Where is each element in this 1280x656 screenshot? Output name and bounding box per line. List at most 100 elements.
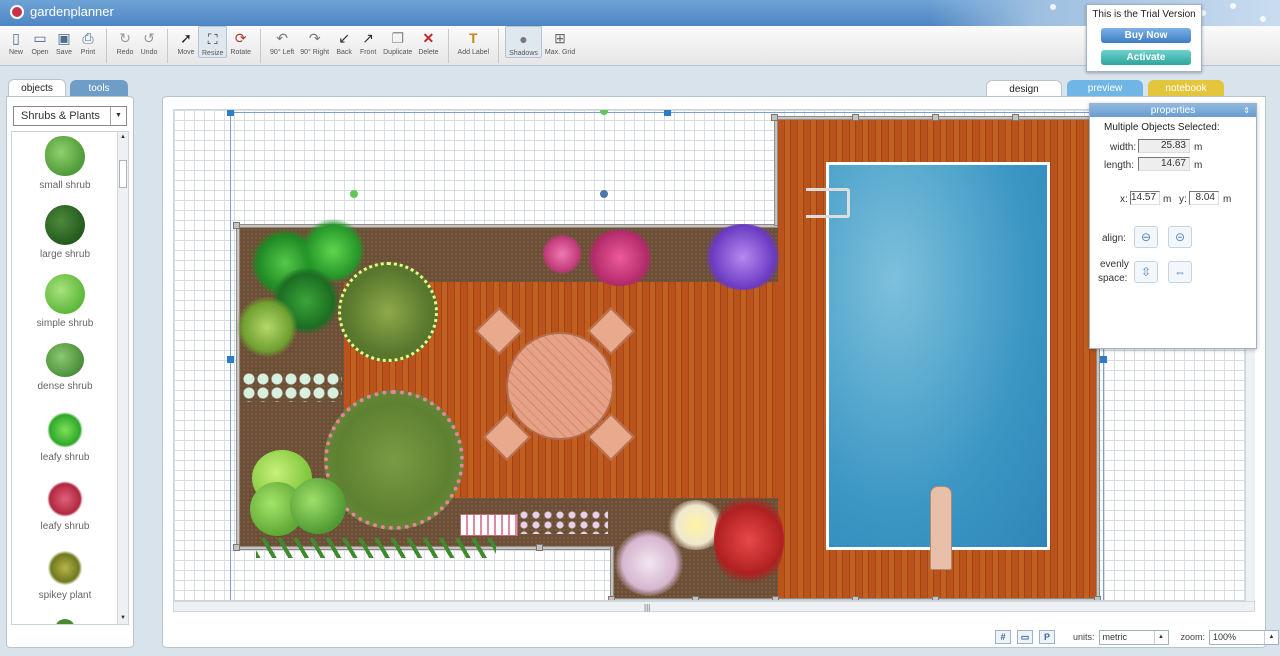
- category-select[interactable]: Shrubs & Plants ▼: [13, 106, 127, 126]
- align-vertical-button[interactable]: ⊖: [1134, 226, 1158, 248]
- bring-front-icon: ↗: [362, 30, 374, 46]
- redo-icon: ↻: [119, 30, 131, 46]
- properties-title: properties: [1150, 105, 1196, 116]
- save-button[interactable]: ▣ Save: [52, 26, 76, 56]
- object-spikey-plant[interactable]: spikey plant: [12, 546, 118, 614]
- wall-handle[interactable]: [536, 544, 543, 551]
- print-button[interactable]: ⎙ Print: [76, 26, 100, 56]
- chevron-up-icon: ▲: [1153, 630, 1168, 644]
- front-button[interactable]: ↗ Front: [356, 26, 380, 56]
- width-field[interactable]: 25.83: [1138, 139, 1190, 153]
- space-horizontal-button[interactable]: ⇔: [1168, 261, 1192, 283]
- resize-button[interactable]: ⛶ Resize: [198, 26, 228, 58]
- rotate-button[interactable]: ⟳ Rotate: [227, 26, 254, 56]
- rotate-90-right-button[interactable]: ↷ 90° Right: [297, 26, 332, 56]
- width-label: width:: [1110, 142, 1137, 153]
- object-partial[interactable]: [12, 615, 118, 624]
- wall-handle[interactable]: [771, 114, 778, 121]
- rotate-90-left-button[interactable]: ↶ 90° Left: [267, 26, 297, 56]
- object-dense-shrub[interactable]: dense shrub: [12, 339, 118, 407]
- move-button[interactable]: ➚ Move: [174, 26, 198, 56]
- selection-label: Multiple Objects Selected:: [1104, 122, 1220, 133]
- resize-handle[interactable]: [227, 356, 234, 363]
- units-label: units:: [1073, 632, 1095, 642]
- length-field[interactable]: 14.67: [1138, 157, 1190, 171]
- object-leafy-shrub-green[interactable]: leafy shrub: [12, 408, 118, 476]
- units-select[interactable]: metric ▲: [1098, 629, 1169, 645]
- wall-handle[interactable]: [932, 114, 939, 121]
- undo-button[interactable]: ↺ Undo: [137, 26, 161, 56]
- canvas-horizontal-scrollbar[interactable]: |||: [173, 601, 1255, 612]
- object-list-scrollbar[interactable]: ▲ ▼: [117, 132, 128, 624]
- open-button[interactable]: ▭ Open: [28, 26, 52, 56]
- toolbar-divider: [447, 29, 449, 63]
- tab-notebook[interactable]: notebook: [1148, 80, 1224, 97]
- add-label-button[interactable]: T Add Label: [455, 26, 493, 56]
- shadows-button[interactable]: ● Shadows: [505, 26, 542, 58]
- space-label: space:: [1098, 273, 1128, 284]
- scroll-thumb[interactable]: [119, 160, 127, 188]
- duplicate-button[interactable]: ❐ Duplicate: [380, 26, 415, 56]
- align-horizontal-button[interactable]: ⊝: [1168, 226, 1192, 248]
- align-horizontal-icon: ⊝: [1174, 230, 1186, 244]
- duplicate-icon: ❐: [391, 30, 404, 46]
- space-horizontal-icon: ⇔: [1174, 265, 1186, 279]
- width-unit: m: [1194, 142, 1203, 153]
- grid-icon: ⊞: [554, 30, 566, 46]
- object-small-shrub[interactable]: small shrub: [12, 132, 118, 200]
- ruler-toggle-icon[interactable]: ▭: [1017, 630, 1033, 644]
- send-back-icon: ↙: [338, 30, 350, 46]
- back-button[interactable]: ↙ Back: [332, 26, 356, 56]
- object-simple-shrub[interactable]: simple shrub: [12, 270, 118, 338]
- y-unit: m: [1223, 194, 1232, 205]
- wall-handle[interactable]: [233, 222, 240, 229]
- grid-toggle-icon[interactable]: #: [995, 630, 1011, 644]
- wall-handle[interactable]: [852, 114, 859, 121]
- chevron-up-icon: ▲: [1264, 630, 1278, 644]
- scroll-grip-icon: |||: [644, 603, 651, 612]
- x-unit: m: [1163, 194, 1172, 205]
- resize-handle[interactable]: [227, 110, 234, 116]
- object-leafy-shrub-red[interactable]: leafy shrub: [12, 477, 118, 545]
- resize-handle[interactable]: [1100, 356, 1107, 363]
- units-value: metric: [1102, 631, 1128, 642]
- trial-version-box: This is the Trial Version Buy Now Activa…: [1086, 4, 1202, 72]
- p-toggle-button[interactable]: P: [1039, 630, 1055, 644]
- max-grid-button[interactable]: ⊞ Max. Grid: [542, 26, 578, 56]
- rotate-left-icon: ↶: [276, 30, 288, 46]
- wall-handle[interactable]: [233, 544, 240, 551]
- print-icon: ⎙: [82, 30, 94, 46]
- save-disk-icon: ▣: [57, 30, 71, 46]
- selection-box: [230, 112, 1104, 600]
- zoom-select[interactable]: 100% ▲: [1209, 629, 1280, 645]
- zoom-label: zoom:: [1180, 632, 1206, 642]
- y-field[interactable]: 8.04: [1189, 191, 1219, 205]
- folder-open-icon: ▭: [33, 30, 47, 46]
- properties-panel: properties ⇕ Multiple Objects Selected: …: [1089, 103, 1257, 349]
- delete-x-icon: ✕: [422, 30, 435, 46]
- delete-button[interactable]: ✕ Delete: [415, 26, 441, 56]
- app-name: gardenplanner: [30, 4, 114, 19]
- tab-preview[interactable]: preview: [1067, 80, 1143, 97]
- toolbar-divider: [498, 29, 500, 63]
- space-vertical-button[interactable]: ⇳: [1134, 261, 1158, 283]
- length-label: length:: [1104, 160, 1135, 171]
- tab-design[interactable]: design: [986, 80, 1062, 97]
- buy-now-button[interactable]: Buy Now: [1101, 28, 1191, 43]
- tab-objects[interactable]: objects: [8, 79, 66, 97]
- space-vertical-icon: ⇳: [1140, 265, 1152, 279]
- leafy-shrub-red-icon: [47, 481, 83, 517]
- redo-button[interactable]: ↻ Redo: [113, 26, 137, 56]
- collapse-icon[interactable]: ⇕: [1243, 104, 1250, 117]
- arrow-cursor-icon: ➚: [180, 30, 192, 46]
- activate-button[interactable]: Activate: [1101, 50, 1191, 65]
- shadows-icon: ●: [519, 31, 528, 47]
- evenly-label: evenly: [1100, 259, 1129, 270]
- new-button[interactable]: ▯ New: [4, 26, 28, 56]
- resize-handle[interactable]: [664, 110, 671, 116]
- wall-handle[interactable]: [1012, 114, 1019, 121]
- properties-header[interactable]: properties ⇕: [1090, 104, 1256, 117]
- x-field[interactable]: 14.57: [1130, 191, 1160, 205]
- center-point: [350, 190, 358, 198]
- object-large-shrub[interactable]: large shrub: [12, 201, 118, 269]
